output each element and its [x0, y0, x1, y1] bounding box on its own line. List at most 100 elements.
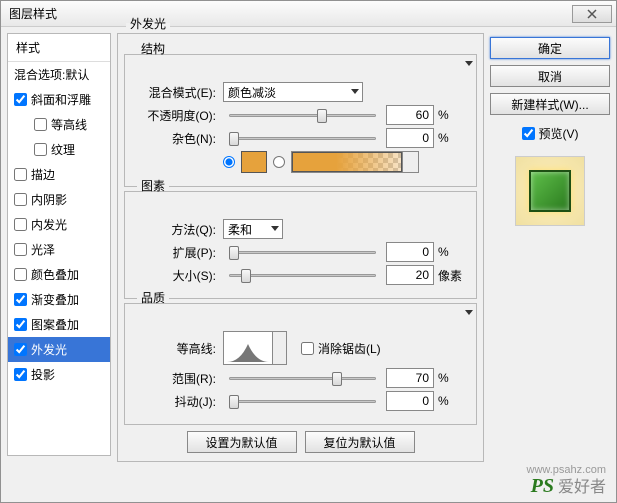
opacity-input[interactable]: [386, 105, 434, 125]
chevron-down-icon: [271, 226, 279, 231]
ok-button[interactable]: 确定: [490, 37, 610, 59]
sidebar-checkbox-7[interactable]: [14, 268, 27, 281]
sidebar-item-8[interactable]: 渐变叠加: [8, 287, 110, 312]
new-style-button[interactable]: 新建样式(W)...: [490, 93, 610, 115]
jitter-label: 抖动(J):: [135, 393, 219, 410]
blend-mode-select[interactable]: 颜色减淡: [223, 82, 363, 102]
sidebar-item-2[interactable]: 纹理: [8, 137, 110, 162]
quality-legend: 品质: [141, 291, 165, 305]
sidebar-checkbox-5[interactable]: [14, 218, 27, 231]
preview-label: 预览(V): [539, 125, 579, 142]
size-slider[interactable]: [229, 266, 376, 284]
right-panel: 确定 取消 新建样式(W)... 预览(V): [490, 33, 610, 456]
noise-unit: %: [438, 131, 466, 145]
cancel-button[interactable]: 取消: [490, 65, 610, 87]
color-radio[interactable]: [223, 156, 235, 168]
size-input[interactable]: [386, 265, 434, 285]
jitter-input[interactable]: [386, 391, 434, 411]
sidebar-checkbox-9[interactable]: [14, 318, 27, 331]
main-panel: 外发光 结构 混合模式(E): 颜色减淡 不透明度(O):: [117, 33, 484, 456]
noise-slider[interactable]: [229, 129, 376, 147]
reset-default-button[interactable]: 复位为默认值: [305, 431, 415, 453]
jitter-slider[interactable]: [229, 392, 376, 410]
sidebar-item-6[interactable]: 光泽: [8, 237, 110, 262]
chevron-down-icon: [465, 310, 473, 315]
sidebar-checkbox-2[interactable]: [34, 143, 47, 156]
ps-text: 爱好者: [558, 473, 606, 497]
quality-group: 品质 等高线: 消除锯齿(L) 范围(R):: [124, 303, 477, 425]
sidebar-checkbox-8[interactable]: [14, 293, 27, 306]
spread-slider[interactable]: [229, 243, 376, 261]
sidebar-label-6: 光泽: [31, 241, 55, 258]
opacity-slider[interactable]: [229, 106, 376, 124]
window-title: 图层样式: [9, 5, 57, 22]
sidebar-checkbox-4[interactable]: [14, 193, 27, 206]
sidebar-checkbox-10[interactable]: [14, 343, 27, 356]
range-input[interactable]: [386, 368, 434, 388]
sidebar-item-5[interactable]: 内发光: [8, 212, 110, 237]
preview-thumbnail: [515, 156, 585, 226]
structure-legend: 结构: [141, 42, 165, 56]
sidebar-label-3: 描边: [31, 166, 55, 183]
sidebar-label-8: 渐变叠加: [31, 291, 79, 308]
preview-checkbox[interactable]: [522, 127, 535, 140]
gradient-radio[interactable]: [273, 156, 285, 168]
spread-label: 扩展(P):: [135, 244, 219, 261]
panel-title: 外发光: [130, 17, 166, 31]
elements-legend: 图素: [141, 179, 165, 193]
blend-mode-label: 混合模式(E):: [135, 84, 219, 101]
sidebar-item-9[interactable]: 图案叠加: [8, 312, 110, 337]
sidebar-label-7: 颜色叠加: [31, 266, 79, 283]
range-label: 范围(R):: [135, 370, 219, 387]
styles-sidebar: 样式 混合选项:默认 斜面和浮雕等高线纹理描边内阴影内发光光泽颜色叠加渐变叠加图…: [7, 33, 111, 456]
sidebar-checkbox-11[interactable]: [14, 368, 27, 381]
antialias-label: 消除锯齿(L): [318, 340, 381, 357]
sidebar-item-4[interactable]: 内阴影: [8, 187, 110, 212]
spread-input[interactable]: [386, 242, 434, 262]
sidebar-label-1: 等高线: [51, 116, 87, 133]
contour-dropdown[interactable]: [273, 331, 287, 365]
contour-label: 等高线:: [135, 340, 219, 357]
sidebar-checkbox-0[interactable]: [14, 93, 27, 106]
contour-picker[interactable]: [223, 331, 273, 365]
contour-curve-icon: [225, 334, 271, 364]
chevron-down-icon: [465, 61, 473, 66]
sidebar-label-0: 斜面和浮雕: [31, 91, 91, 108]
color-swatch[interactable]: [241, 151, 267, 173]
sidebar-item-7[interactable]: 颜色叠加: [8, 262, 110, 287]
elements-group: 图素 方法(Q): 柔和 扩展(P): %: [124, 191, 477, 299]
sidebar-label-5: 内发光: [31, 216, 67, 233]
blend-options[interactable]: 混合选项:默认: [8, 62, 110, 87]
sidebar-item-1[interactable]: 等高线: [8, 112, 110, 137]
sidebar-label-11: 投影: [31, 366, 55, 383]
technique-select[interactable]: 柔和: [223, 219, 283, 239]
sidebar-label-2: 纹理: [51, 141, 75, 158]
sidebar-checkbox-6[interactable]: [14, 243, 27, 256]
structure-group: 结构 混合模式(E): 颜色减淡 不透明度(O): %: [124, 54, 477, 187]
sidebar-checkbox-1[interactable]: [34, 118, 47, 131]
noise-input[interactable]: [386, 128, 434, 148]
chevron-down-icon: [351, 89, 359, 94]
sidebar-item-11[interactable]: 投影: [8, 362, 110, 387]
opacity-label: 不透明度(O):: [135, 107, 219, 124]
sidebar-item-10[interactable]: 外发光: [8, 337, 110, 362]
noise-label: 杂色(N):: [135, 130, 219, 147]
ps-logo: PS: [531, 475, 554, 498]
sidebar-item-3[interactable]: 描边: [8, 162, 110, 187]
spread-unit: %: [438, 245, 466, 259]
gradient-picker[interactable]: [291, 151, 419, 173]
sidebar-item-0[interactable]: 斜面和浮雕: [8, 87, 110, 112]
antialias-checkbox[interactable]: [301, 342, 314, 355]
range-slider[interactable]: [229, 369, 376, 387]
sidebar-checkbox-3[interactable]: [14, 168, 27, 181]
opacity-unit: %: [438, 108, 466, 122]
sidebar-header[interactable]: 样式: [8, 34, 110, 62]
watermark: PS 爱好者: [531, 473, 606, 498]
make-default-button[interactable]: 设置为默认值: [187, 431, 297, 453]
sidebar-label-10: 外发光: [31, 341, 67, 358]
close-button[interactable]: [572, 5, 612, 23]
range-unit: %: [438, 371, 466, 385]
sidebar-label-9: 图案叠加: [31, 316, 79, 333]
titlebar: 图层样式: [1, 1, 616, 27]
jitter-unit: %: [438, 394, 466, 408]
